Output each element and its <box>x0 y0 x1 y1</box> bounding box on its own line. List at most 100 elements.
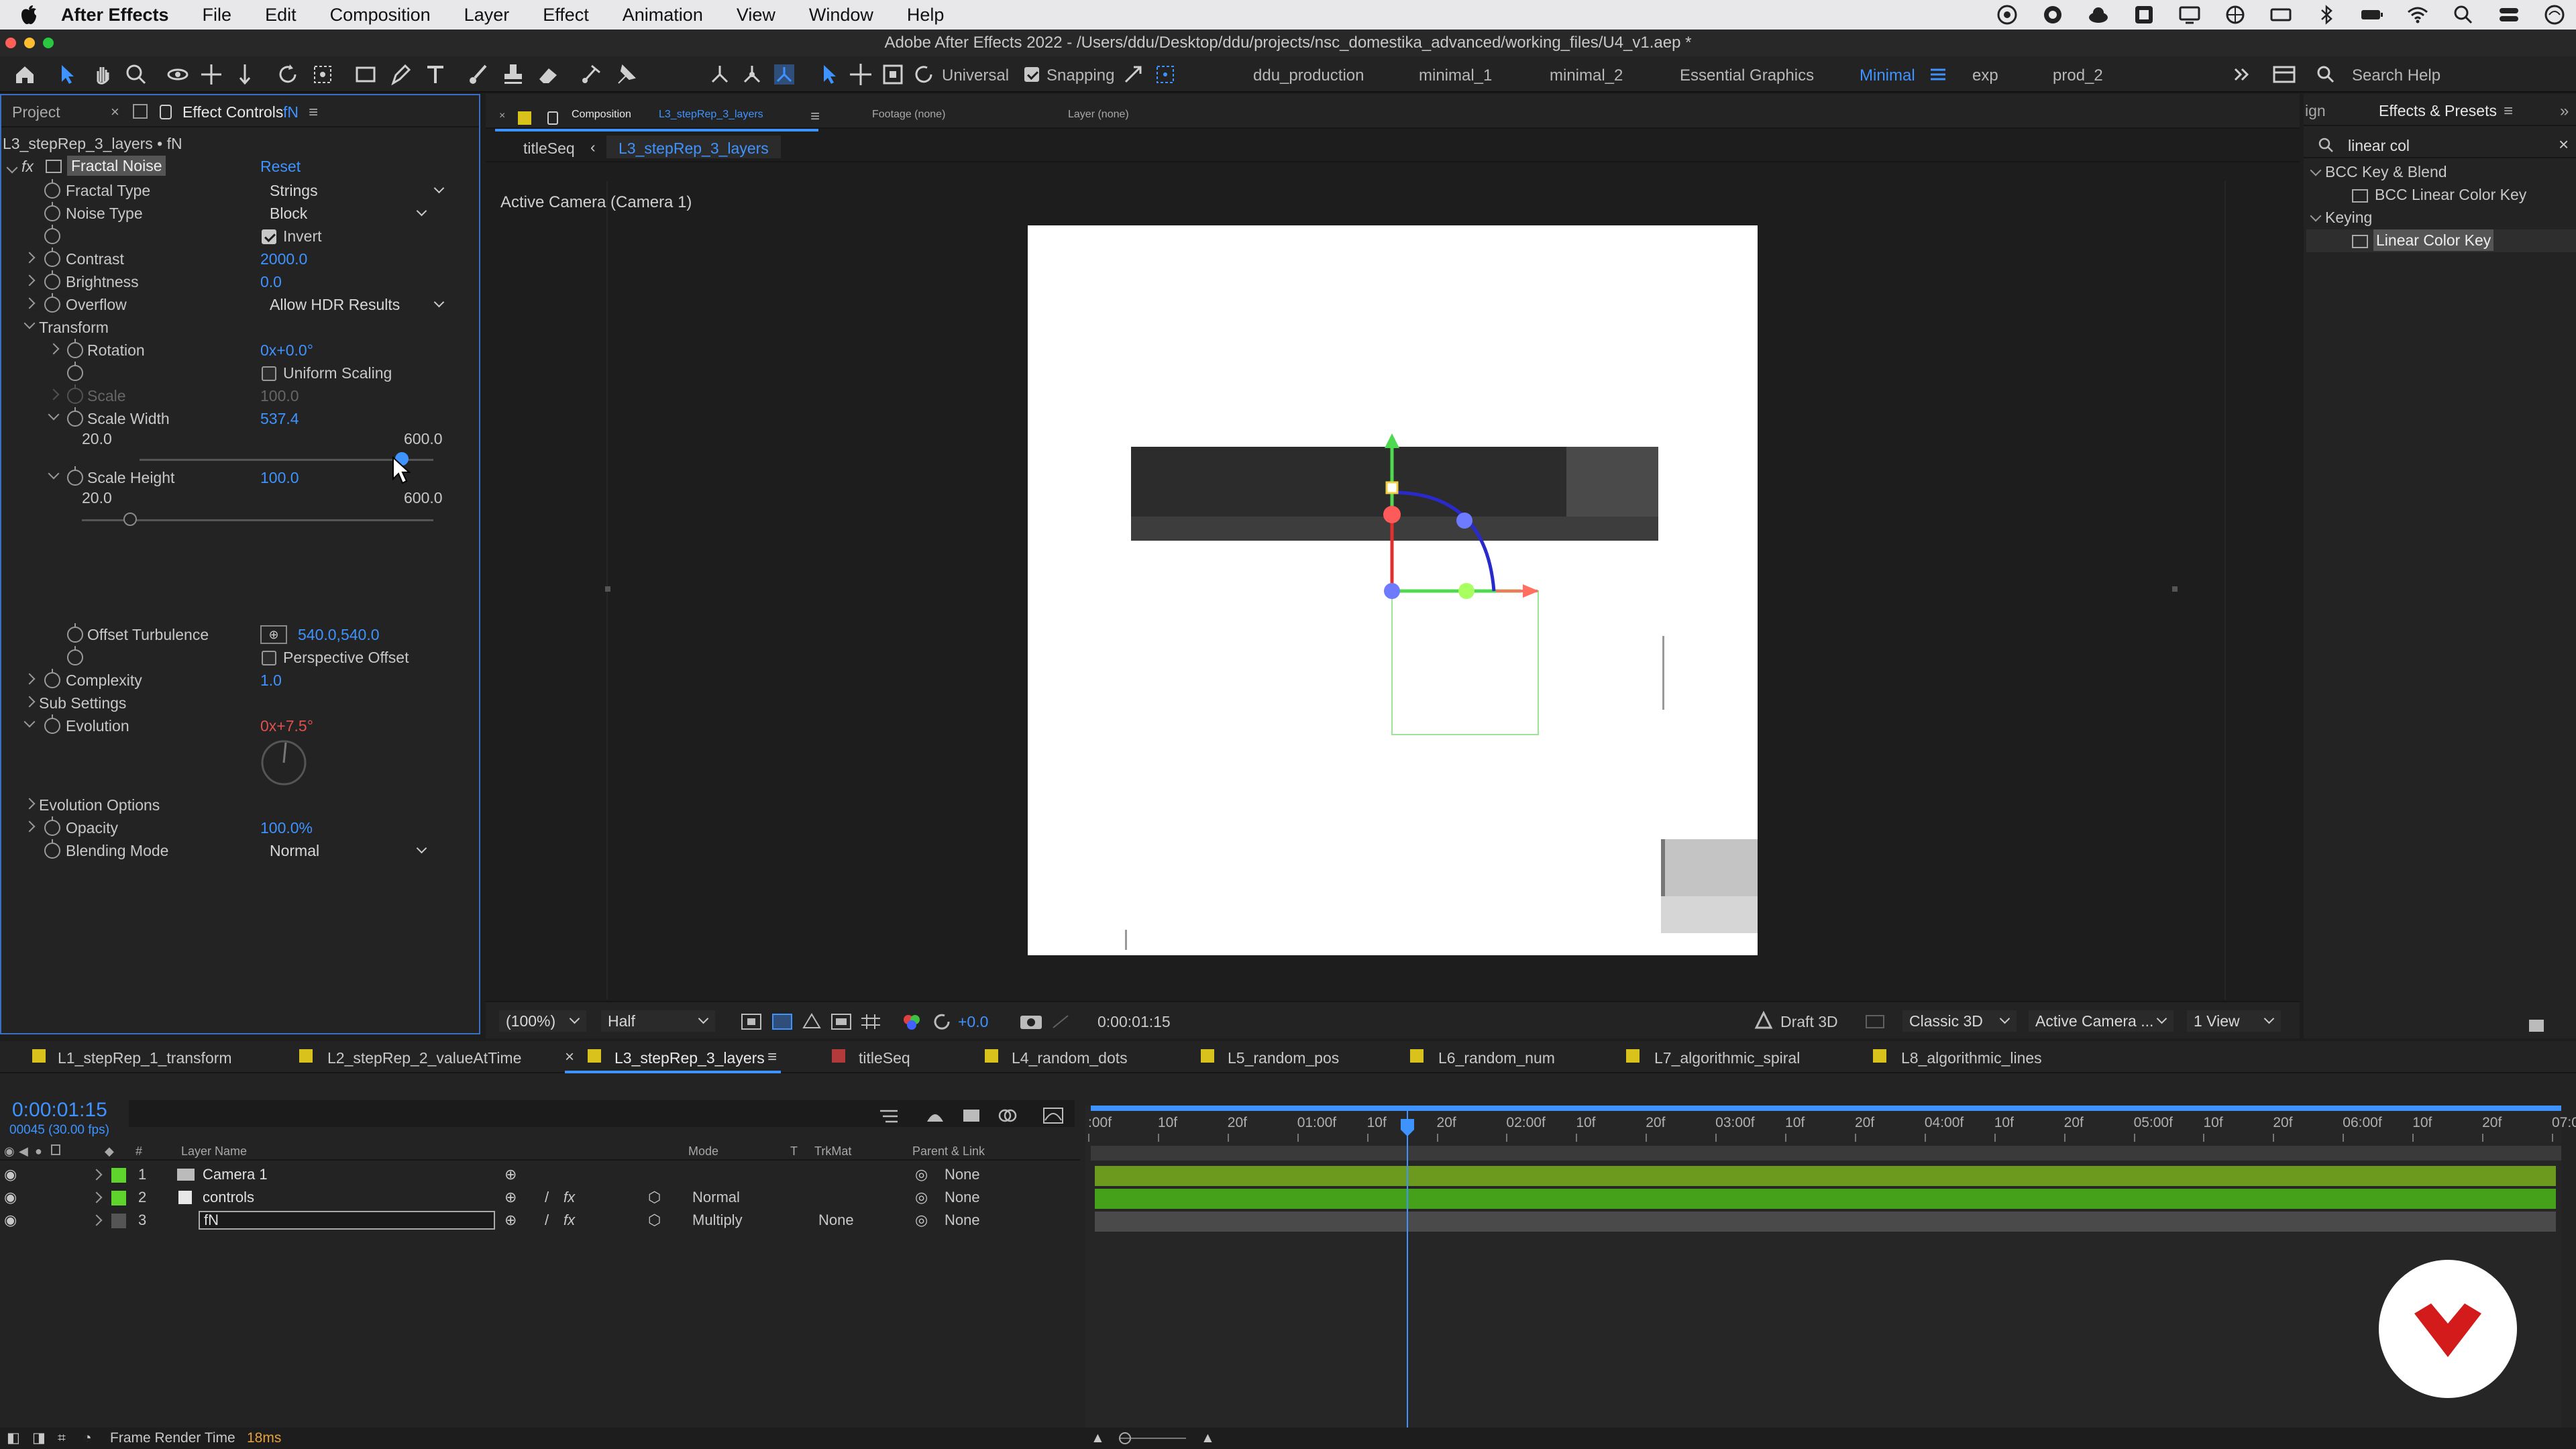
region-of-interest-icon[interactable] <box>829 1012 853 1032</box>
blend-mode-dropdown[interactable]: Multiply <box>692 1209 773 1232</box>
lock-icon[interactable] <box>133 104 148 119</box>
layer-name[interactable]: fN <box>204 1209 219 1232</box>
invert-checkbox[interactable] <box>262 229 276 244</box>
menu-edit[interactable]: Edit <box>248 5 313 25</box>
contrast-value[interactable]: 2000.0 <box>260 248 307 270</box>
effects-search-field[interactable]: linear col × <box>2304 131 2576 158</box>
tab-l3-steprep-3-layers[interactable]: L3_stepRep_3_layers <box>614 1049 765 1067</box>
workspace-minimal[interactable]: Minimal <box>1860 66 1915 85</box>
extended-viewer-icon[interactable] <box>1864 1012 1886 1032</box>
quality-icon[interactable]: / <box>545 1186 549 1209</box>
tab-titleseq[interactable]: titleSeq <box>859 1049 910 1067</box>
timeline-current-time[interactable]: 0:00:01:15 <box>12 1099 107 1122</box>
sync-icon[interactable] <box>2041 4 2065 25</box>
tab-design[interactable]: ign <box>2305 102 2326 120</box>
panel-menu-icon[interactable]: ≡ <box>810 107 820 126</box>
pickwhip-icon[interactable]: ◎ <box>915 1186 928 1209</box>
visibility-eye-icon[interactable]: ◉ <box>4 1209 17 1232</box>
workspace-minimal-2[interactable]: minimal_2 <box>1550 66 1623 85</box>
stopwatch-icon[interactable] <box>67 623 83 643</box>
reset-exposure-icon[interactable] <box>930 1012 954 1032</box>
effect-collapse-icon[interactable] <box>6 162 18 174</box>
effects-group-bcc-key-blend[interactable]: BCC Key & Blend <box>2325 161 2447 182</box>
expand-icon[interactable] <box>91 1214 103 1226</box>
battery-icon[interactable] <box>2360 4 2384 25</box>
workspace-ddu-production[interactable]: ddu_production <box>1253 66 1364 85</box>
pickwhip-icon[interactable]: ◎ <box>915 1163 928 1186</box>
time-ruler[interactable]: :00f 10f 20f 01:00f 10f 20f 02:00f 10f 20f 03:00f… <box>1085 1115 2576 1142</box>
tab-l6-random-num[interactable]: L6_random_num <box>1438 1049 1555 1067</box>
perspective-offset-checkbox[interactable] <box>262 651 276 665</box>
brightness-value[interactable]: 0.0 <box>260 271 282 292</box>
eye-icon[interactable]: ◉ <box>4 1144 15 1159</box>
stopwatch-icon[interactable] <box>67 362 83 381</box>
complexity-value[interactable]: 1.0 <box>260 669 282 691</box>
render-time-icon[interactable]: ◔ <box>83 1428 92 1449</box>
expand-icon[interactable] <box>23 798 36 810</box>
close-timeline-tab-icon[interactable]: × <box>565 1048 574 1067</box>
parent-dropdown[interactable]: None <box>945 1209 1056 1232</box>
tab-l4-random-dots[interactable]: L4_random_dots <box>1012 1049 1128 1067</box>
search-help-input[interactable]: Search Help <box>2352 66 2440 85</box>
transparency-grid-icon[interactable] <box>770 1012 794 1032</box>
home-icon[interactable] <box>12 62 38 87</box>
collapse-icon[interactable] <box>48 409 60 421</box>
selection-tool-icon[interactable] <box>55 62 80 87</box>
local-axis-icon[interactable] <box>707 62 733 87</box>
breadcrumb-titleseq[interactable]: titleSeq <box>523 140 575 158</box>
overflow-dropdown[interactable]: Allow HDR Results <box>263 294 451 315</box>
tab-l5-random-pos[interactable]: L5_random_pos <box>1228 1049 1339 1067</box>
workspace-minimal-1[interactable]: minimal_1 <box>1419 66 1492 85</box>
tab-composition[interactable]: Composition <box>572 109 631 121</box>
tab-l1-steprep-1-transform[interactable]: L1_stepRep_1_transform <box>58 1049 232 1067</box>
show-snapshot-icon[interactable] <box>1049 1012 1072 1032</box>
layer-rename-field[interactable] <box>199 1211 495 1230</box>
table-row[interactable]: ◉ 3 fN ⊕ / fx ⬡ Multiply None ◎ None <box>0 1209 1080 1232</box>
stopwatch-icon[interactable] <box>44 839 60 859</box>
universal-tool-icon[interactable] <box>817 62 843 87</box>
label-icon[interactable]: ◆ <box>105 1144 114 1159</box>
layer-bar-controls[interactable] <box>1095 1189 2556 1209</box>
playhead-icon[interactable] <box>1401 1119 1414 1136</box>
effect-name[interactable]: Fractal Noise <box>67 156 166 176</box>
view-layout-dropdown[interactable]: 1 View <box>2187 1010 2281 1032</box>
magnification-dropdown[interactable]: (100%) <box>499 1010 586 1032</box>
menu-file[interactable]: File <box>186 5 249 25</box>
cloud-icon[interactable] <box>2086 4 2110 25</box>
in-out-icon[interactable]: ⌗ <box>58 1428 66 1449</box>
padlock-icon[interactable] <box>547 111 558 125</box>
view-dropdown[interactable]: Active Camera ... <box>2029 1010 2174 1032</box>
collapse-transform-icon[interactable]: ⊕ <box>504 1209 517 1232</box>
keyboard-icon[interactable] <box>2269 4 2293 25</box>
comp-flowchart-icon[interactable] <box>877 1106 902 1126</box>
tab-footage[interactable]: Footage (none) <box>872 109 945 121</box>
draft-3d-label[interactable]: Draft 3D <box>1780 1013 1838 1031</box>
layer-label-color[interactable] <box>111 1214 126 1228</box>
stopwatch-icon[interactable] <box>67 466 83 486</box>
spotlight-icon[interactable] <box>2451 4 2475 25</box>
workspace-exp[interactable]: exp <box>1972 66 1998 85</box>
layer-name[interactable]: controls <box>203 1186 254 1209</box>
panel-menu-icon[interactable]: ≡ <box>309 103 318 122</box>
expand-icon[interactable] <box>23 820 36 833</box>
clear-search-icon[interactable]: × <box>2559 134 2569 155</box>
close-comp-tab-icon[interactable]: × <box>499 110 505 122</box>
tab-composition-name[interactable]: L3_stepRep_3_layers <box>659 109 763 121</box>
stopwatch-icon[interactable] <box>44 714 60 734</box>
snapshot-camera-icon[interactable] <box>1018 1010 1044 1032</box>
world-axis-icon[interactable] <box>739 62 765 87</box>
layer-switches-icon[interactable]: ◧ <box>7 1428 20 1449</box>
anchor-tool-icon[interactable] <box>310 62 335 87</box>
tab-l2-steprep-2-valueattime[interactable]: L2_stepRep_2_valueAtTime <box>327 1049 521 1067</box>
solo-icon[interactable]: ● <box>35 1144 42 1159</box>
close-project-tab-icon[interactable]: × <box>111 103 119 121</box>
stopwatch-icon[interactable] <box>44 202 60 221</box>
workspace-menu-icon[interactable] <box>1925 62 1951 87</box>
roto-brush-icon[interactable] <box>578 62 604 87</box>
wifi-icon[interactable] <box>2406 4 2430 25</box>
workspace-prod-2[interactable]: prod_2 <box>2053 66 2103 85</box>
snapping-label[interactable]: Snapping <box>1046 66 1114 85</box>
tab-effects-presets[interactable]: Effects & Presets <box>2379 102 2497 120</box>
zoom-in-icon[interactable]: ▲ <box>1201 1428 1215 1449</box>
effect-item-bcc-linear-color-key[interactable]: BCC Linear Color Key <box>2375 184 2526 205</box>
